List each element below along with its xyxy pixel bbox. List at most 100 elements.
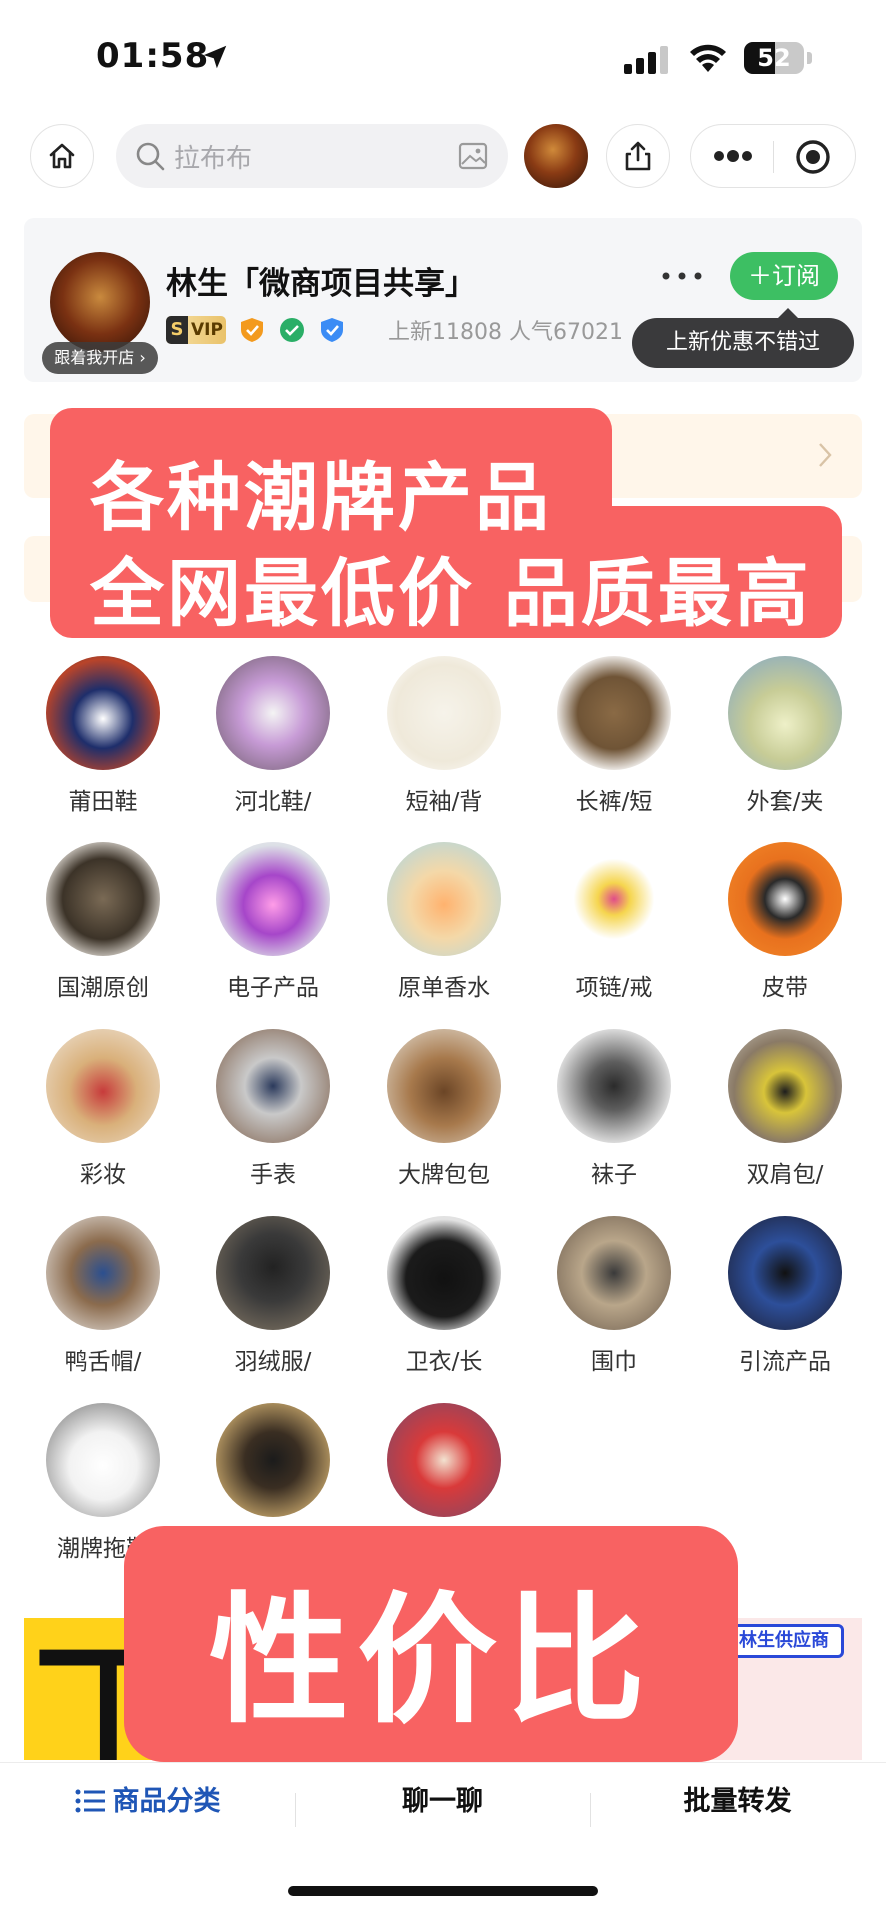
category-item[interactable]: 原单香水 <box>359 842 529 1012</box>
verified-shield-badge-icon <box>321 318 343 342</box>
down-jacket-photo <box>216 1216 330 1330</box>
subscribe-tooltip: 上新优惠不错过 <box>632 308 854 368</box>
follow-open-shop-label: 跟着我开店 <box>54 348 135 367</box>
casio-photo <box>728 1216 842 1330</box>
bag-photo <box>387 1029 501 1143</box>
category-item[interactable]: 莆田鞋 <box>18 656 188 826</box>
category-item[interactable]: 卫衣/长 <box>359 1216 529 1386</box>
category-item[interactable]: 外套/夹 <box>700 656 870 826</box>
category-label: 外套/夹 <box>746 789 824 815</box>
category-label: 莆田鞋 <box>68 789 138 815</box>
watch-photo <box>216 1029 330 1143</box>
search-input[interactable]: 拉布布 <box>116 124 508 188</box>
tee-photo <box>46 842 160 956</box>
sneaker-photo <box>216 656 330 770</box>
svip-s: S <box>166 316 188 344</box>
tab-chat-label: 聊一聊 <box>402 1786 483 1817</box>
category-label: 大牌包包 <box>398 1162 490 1188</box>
category-item[interactable]: 皮带 <box>700 842 870 1012</box>
share-button[interactable] <box>606 124 670 188</box>
battery-indicator: 52 <box>744 42 804 74</box>
battery-level: 52 <box>757 44 791 72</box>
slides-photo <box>46 1403 160 1517</box>
category-item[interactable]: 彩妆 <box>18 1029 188 1199</box>
tshirt-photo <box>387 656 501 770</box>
shop-card: 跟着我开店 › 林生「微商项目共享」 S VIP 上新11808 人气67021… <box>24 218 862 382</box>
category-label: 彩妆 <box>80 1162 126 1188</box>
plus-icon: ＋ <box>748 262 772 290</box>
belt-photo <box>728 842 842 956</box>
scarf-photo <box>557 1216 671 1330</box>
category-label: 项链/戒 <box>575 975 653 1001</box>
more-menu-icon[interactable] <box>713 149 753 163</box>
tab-categories[interactable]: 商品分类 <box>0 1779 295 1818</box>
socks-photo <box>557 1029 671 1143</box>
tab-batch-forward[interactable]: 批量转发 <box>590 1779 885 1818</box>
battery-cap <box>807 52 812 64</box>
share-icon <box>625 141 651 171</box>
search-icon <box>136 142 165 171</box>
status-bar: 01:58 52 <box>0 0 886 110</box>
category-label: 原单香水 <box>398 975 490 1001</box>
capsule-divider <box>773 141 774 173</box>
subscribe-label: 订阅 <box>772 262 820 290</box>
svip-badge: S VIP <box>166 316 226 344</box>
category-label: 长裤/短 <box>575 789 653 815</box>
category-label: 电子产品 <box>227 975 319 1001</box>
category-item[interactable]: 国潮原创 <box>18 842 188 1012</box>
category-item[interactable]: 长裤/短 <box>529 656 699 826</box>
category-label: 袜子 <box>591 1162 637 1188</box>
shop-avatar[interactable] <box>50 252 150 352</box>
wifi-icon <box>690 44 726 72</box>
list-icon <box>75 1789 105 1813</box>
shorts-photo <box>557 656 671 770</box>
category-item[interactable]: 双肩包/ <box>700 1029 870 1199</box>
category-item[interactable]: 电子产品 <box>188 842 358 1012</box>
category-item[interactable]: 羽绒服/ <box>188 1216 358 1386</box>
category-item[interactable]: 大牌包包 <box>359 1029 529 1199</box>
category-item[interactable]: 项链/戒 <box>529 842 699 1012</box>
subscribe-button[interactable]: ＋订阅 <box>730 252 838 300</box>
shop-name: 林生「微商项目共享」 <box>166 266 476 302</box>
miniprogram-capsule <box>690 124 856 188</box>
supplier-tag: 林生供应商 <box>724 1624 844 1658</box>
category-label: 引流产品 <box>739 1349 831 1375</box>
category-label: 手表 <box>250 1162 296 1188</box>
hoodie-photo <box>387 1216 501 1330</box>
tab-chat[interactable]: 聊一聊 <box>295 1779 590 1818</box>
promo-value-text: 性价比 <box>208 1580 653 1743</box>
location-arrow-icon <box>203 45 227 69</box>
tab-categories-label: 商品分类 <box>112 1786 221 1817</box>
shop-more-icon[interactable] <box>660 266 704 286</box>
category-label: 羽绒服/ <box>234 1349 312 1375</box>
search-placeholder: 拉布布 <box>174 144 253 174</box>
category-item[interactable]: 围巾 <box>529 1216 699 1386</box>
category-label: 卫衣/长 <box>405 1349 483 1375</box>
category-item[interactable]: 引流产品 <box>700 1216 870 1386</box>
orange-shield-badge-icon <box>241 318 263 342</box>
loafer-photo <box>216 1403 330 1517</box>
category-item[interactable]: 袜子 <box>529 1029 699 1199</box>
category-label: 双肩包/ <box>746 1162 824 1188</box>
promo-headline-1: 各种潮牌产品 <box>90 455 552 541</box>
follow-open-shop-button[interactable]: 跟着我开店 › <box>42 342 158 374</box>
image-search-icon[interactable] <box>458 142 488 170</box>
sneaker-photo <box>46 656 160 770</box>
category-label: 鸭舌帽/ <box>64 1349 142 1375</box>
category-item[interactable]: 河北鞋/ <box>188 656 358 826</box>
category-item[interactable]: 鸭舌帽/ <box>18 1216 188 1386</box>
cap-photo <box>46 1216 160 1330</box>
cosmetics-photo <box>46 1029 160 1143</box>
category-item[interactable]: 短袖/背 <box>359 656 529 826</box>
svip-vip: VIP <box>191 320 223 340</box>
category-label: 国潮原创 <box>57 975 149 1001</box>
toy-photo <box>387 1403 501 1517</box>
close-miniprogram-icon[interactable] <box>795 139 831 175</box>
tab-batch-forward-label: 批量转发 <box>683 1786 792 1817</box>
category-label: 河北鞋/ <box>234 789 312 815</box>
necklace-photo <box>557 842 671 956</box>
category-label: 围巾 <box>591 1349 637 1375</box>
home-button[interactable] <box>30 124 94 188</box>
shop-avatar-small[interactable] <box>524 124 588 188</box>
category-item[interactable]: 手表 <box>188 1029 358 1199</box>
